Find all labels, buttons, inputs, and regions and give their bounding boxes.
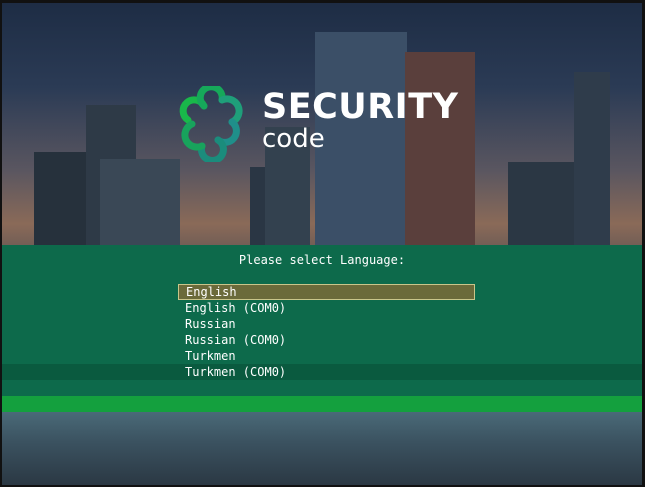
brand-title: SECURITY bbox=[262, 87, 459, 127]
language-option-russian-com0[interactable]: Russian (COM0) bbox=[178, 332, 475, 348]
language-option-turkmen[interactable]: Turkmen bbox=[178, 348, 475, 364]
language-select-dialog: Please select Language: English English … bbox=[2, 245, 642, 396]
status-bar bbox=[2, 396, 642, 412]
security-code-logo: SECURITY code bbox=[174, 83, 474, 164]
frame-border-left bbox=[0, 0, 2, 487]
language-option-english[interactable]: English bbox=[178, 284, 475, 300]
dialog-prompt: Please select Language: bbox=[238, 253, 406, 267]
language-option-russian[interactable]: Russian bbox=[178, 316, 475, 332]
security-code-logo-icon bbox=[179, 83, 243, 164]
language-option-turkmen-com0[interactable]: Turkmen (COM0) bbox=[2, 364, 642, 380]
brand-subtitle: code bbox=[262, 124, 325, 154]
city-skyline-foreground bbox=[0, 412, 645, 487]
language-option-english-com0[interactable]: English (COM0) bbox=[178, 300, 475, 316]
frame-border-top bbox=[0, 0, 645, 3]
boot-screen: SECURITY code Please select Language: En… bbox=[0, 0, 645, 487]
